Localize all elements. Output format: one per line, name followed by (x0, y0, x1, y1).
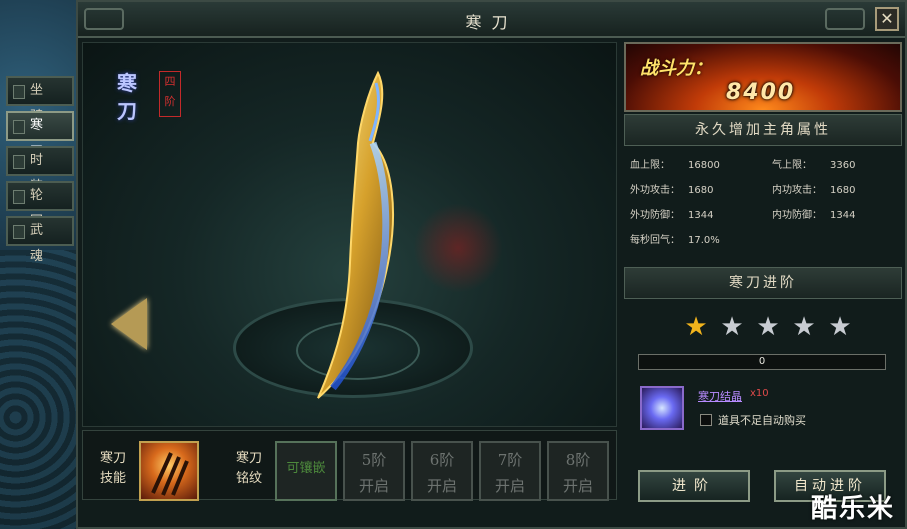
stat-hp: 血上限： 16800 (630, 160, 720, 171)
tab-cold-blade[interactable]: 寒刀 (6, 111, 74, 159)
window-title: 寒刀 (465, 13, 518, 32)
stat-qi: 气上限： 3360 (772, 160, 856, 171)
combat-power-label: 战斗力： (640, 58, 712, 79)
skill-label: 寒刀 技能 (99, 451, 126, 486)
progress-value: 0 (758, 356, 766, 367)
star-icon: ★ (756, 312, 780, 342)
weapon-display: 寒刀 四阶 (82, 42, 617, 427)
crystal-item-icon[interactable] (640, 386, 684, 430)
blade-image (317, 70, 394, 399)
inscription-slot-4: 7阶 开启 (479, 441, 541, 501)
advance-button[interactable]: 进阶 (638, 470, 750, 502)
title-bar[interactable]: 寒刀 ✕ (78, 2, 905, 38)
star-icon: ★ (684, 312, 708, 342)
watermark-logo: 酷乐米 (810, 494, 895, 524)
stat-qi-regen: 每秒回气： 17.0% (630, 235, 720, 246)
right-panel: 战斗力： 8400 永久增加主角属性 血上限： 16800 气上限： 3360 外功… (624, 42, 904, 502)
tab-mount[interactable]: 坐骑 (6, 76, 74, 124)
inscription-label: 寒刀 铭纹 (235, 451, 262, 486)
stat-inner-attack: 内功攻击： 1680 (772, 185, 856, 196)
inscription-slot-2: 5阶 开启 (343, 441, 405, 501)
stat-outer-defense: 外功防御： 1344 (630, 210, 714, 221)
title-ornament-right (825, 8, 865, 30)
inscription-slot-5: 8阶 开启 (547, 441, 609, 501)
advance-progress-bar: 0 (638, 354, 886, 370)
auto-buy-label: 道具不足自动购买 (718, 414, 806, 427)
auto-buy-option[interactable]: 道具不足自动购买 (700, 412, 806, 428)
stat-inner-defense: 内功防御： 1344 (772, 210, 856, 221)
inscription-slot-3: 6阶 开启 (411, 441, 473, 501)
item-count: x10 (750, 388, 769, 399)
advance-header: 寒刀进阶 (624, 267, 902, 299)
auto-buy-checkbox[interactable] (700, 414, 712, 426)
side-tabs: 坐骑 寒刀 时装 轮回 武魂 (6, 76, 76, 264)
weapon-window: 寒刀 ✕ 寒刀 四阶 寒刀 技能 寒刀 铭纹 可镶嵌 5阶 开启 6阶 开启 7… (76, 0, 907, 529)
tab-reincarnation[interactable]: 轮回 (6, 181, 74, 229)
tab-fashion[interactable]: 时装 (6, 146, 74, 194)
star-icon: ★ (792, 312, 816, 342)
close-button[interactable]: ✕ (875, 7, 899, 31)
star-icon: ★ (828, 312, 852, 342)
skill-icon[interactable] (139, 441, 199, 501)
prev-arrow-icon[interactable] (111, 298, 147, 350)
advance-stars: ★ ★ ★ ★ ★ (684, 314, 854, 340)
inscription-slot-1[interactable]: 可镶嵌 (275, 441, 337, 501)
combat-power-value: 8400 (726, 80, 796, 105)
item-name-link[interactable]: 寒刀结晶 (698, 388, 742, 404)
grade-seal: 四阶 (159, 71, 181, 117)
star-icon: ★ (720, 312, 744, 342)
combat-power-banner: 战斗力： 8400 (624, 42, 902, 112)
stat-outer-attack: 外功攻击： 1680 (630, 185, 714, 196)
attributes-header: 永久增加主角属性 (624, 114, 902, 146)
tab-martial-soul[interactable]: 武魂 (6, 216, 74, 264)
skill-inscription-bar: 寒刀 技能 寒刀 铭纹 可镶嵌 5阶 开启 6阶 开启 7阶 开启 8阶 开启 (82, 430, 617, 501)
weapon-name: 寒刀 (117, 71, 137, 123)
